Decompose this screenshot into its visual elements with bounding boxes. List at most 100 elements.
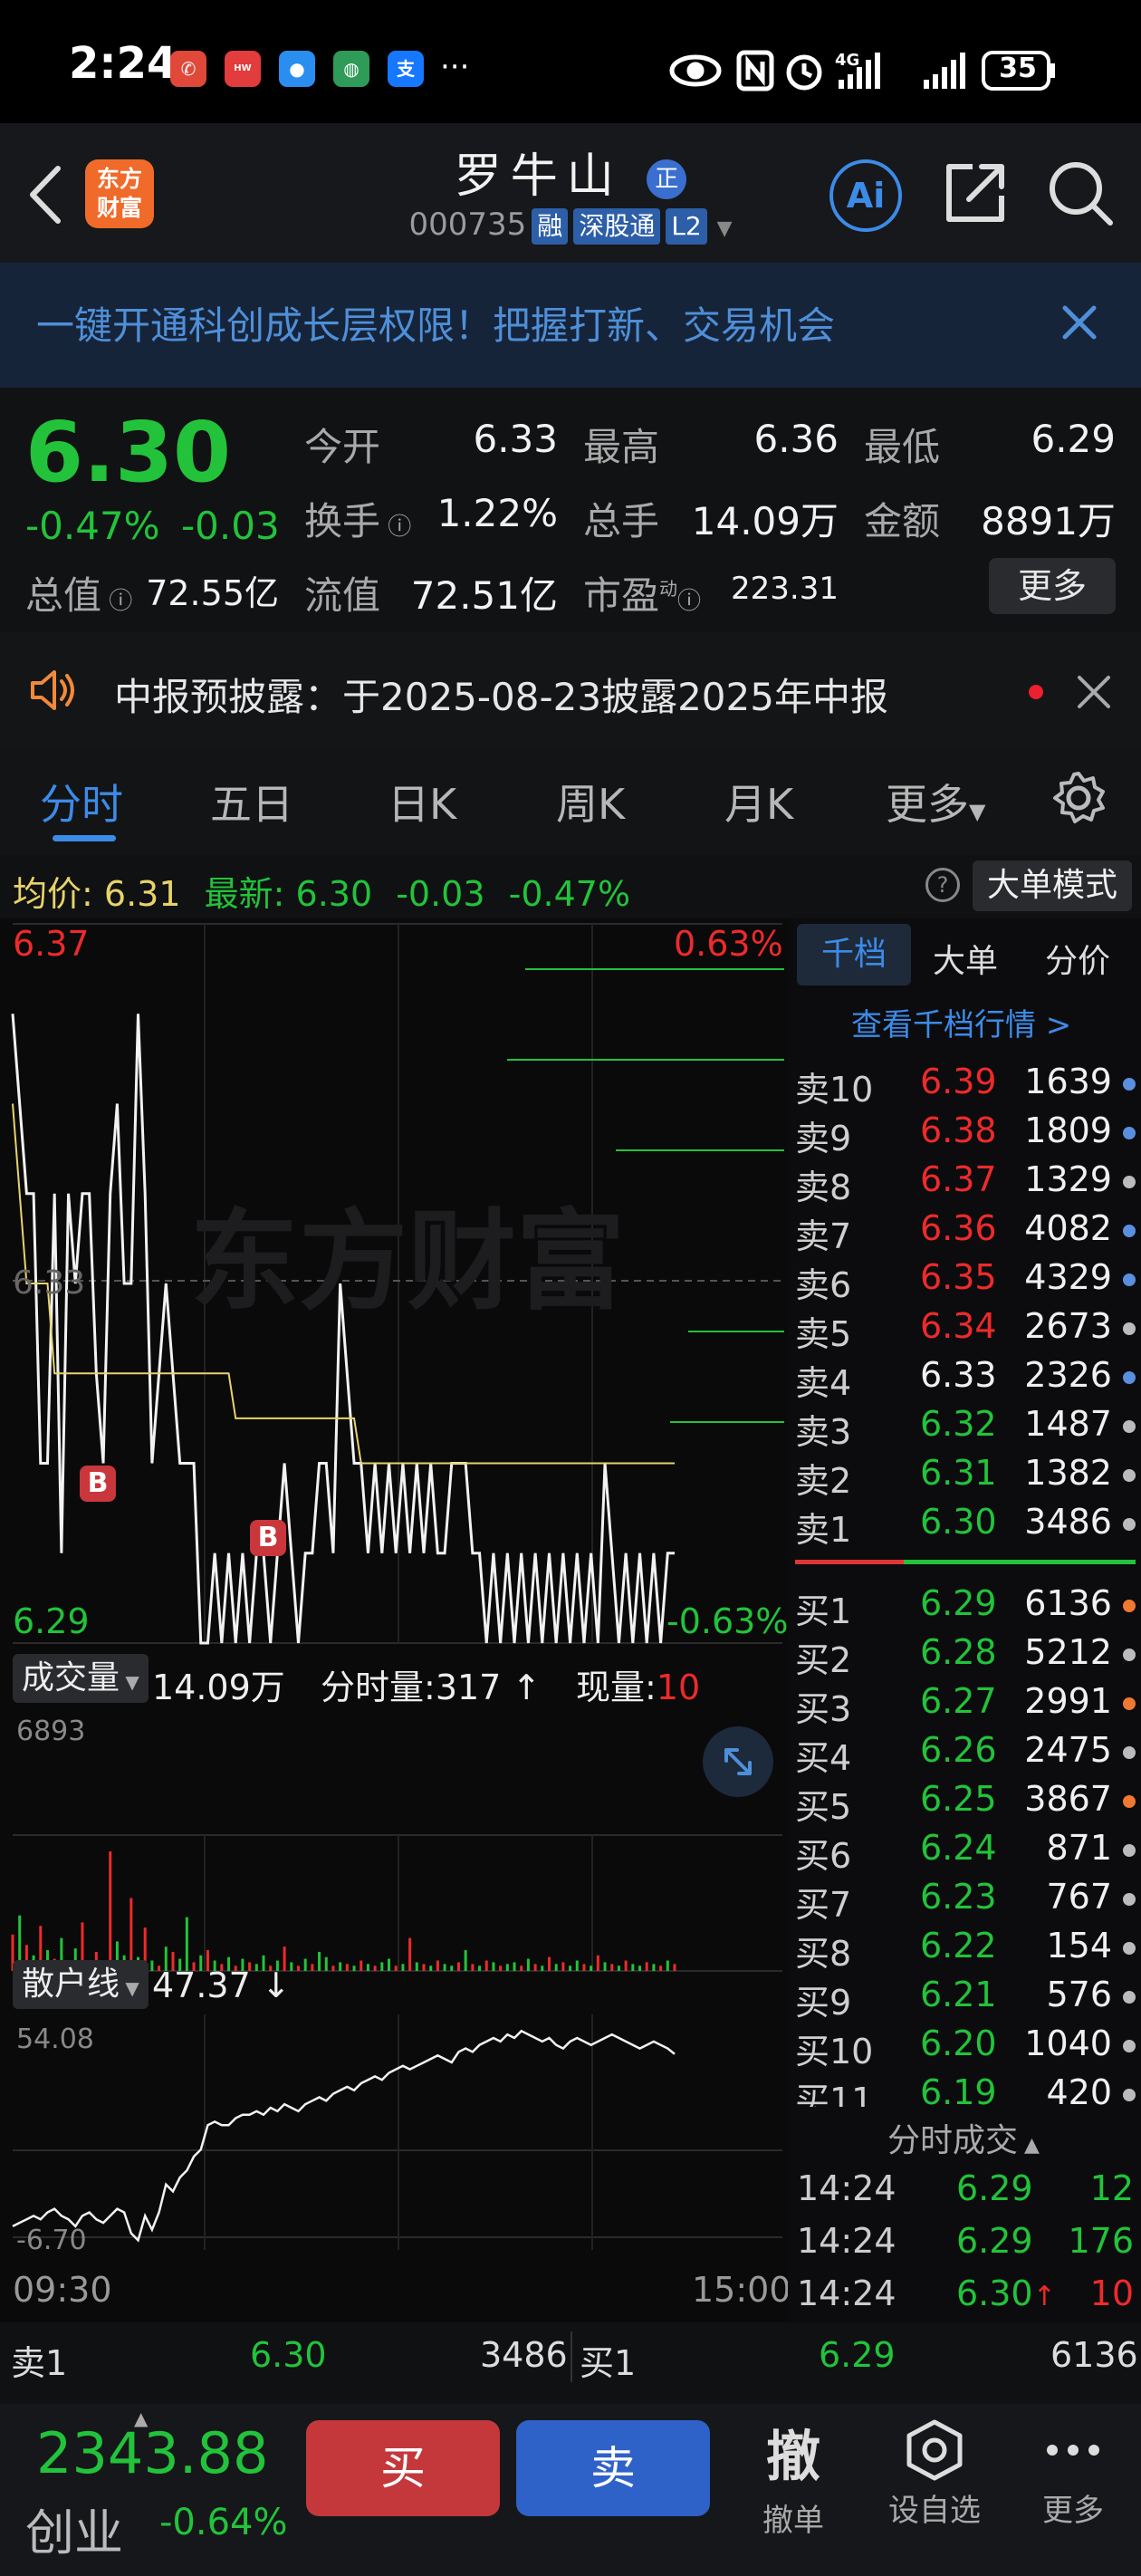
expand-icon	[724, 1748, 752, 1775]
cancel-order-button[interactable]: 撤 撤单	[755, 2413, 831, 2540]
view-depth-link[interactable]: 查看千档行情 >	[851, 1000, 1071, 1044]
tab-daily-k[interactable]: 日K	[388, 772, 456, 831]
tab-weekly-k[interactable]: 周K	[556, 772, 625, 831]
order-price: 6.29	[920, 1583, 997, 1623]
orderbook-tab-depth[interactable]: 千档	[797, 924, 911, 985]
order-volume: 2673	[1024, 1306, 1112, 1346]
latest-pct: -0.47%	[508, 874, 631, 914]
banner-text[interactable]: 一键开通科创成长层权限！把握打新、交易机会	[36, 295, 835, 351]
ask-row[interactable]: 卖2 6.31 1382	[795, 1453, 1136, 1502]
trade-volume: 12	[1089, 2168, 1134, 2208]
volume-bar	[659, 1966, 663, 1971]
buy-marker-1[interactable]: B	[80, 1466, 116, 1502]
bid-row[interactable]: 买2 6.28 5212	[795, 1632, 1136, 1681]
order-level-label: 卖10	[795, 1070, 874, 1110]
volume-bar	[533, 1964, 537, 1971]
tab-more[interactable]: 更多▼	[886, 772, 985, 831]
volume-bar	[408, 1937, 412, 1971]
order-level-label: 卖7	[795, 1216, 852, 1256]
bid-row[interactable]: 买6 6.24 871	[795, 1828, 1136, 1877]
order-volume: 1040	[1024, 2023, 1112, 2063]
index-name[interactable]: 创业	[25, 2493, 123, 2564]
tag-connect: 深股通	[573, 207, 661, 245]
close-icon[interactable]	[1060, 303, 1099, 342]
volume-bar	[429, 1966, 433, 1971]
notice-text[interactable]: 中报预披露：于2025-08-23披露2025年中报	[114, 667, 888, 722]
tab-monthly-k[interactable]: 月K	[724, 772, 793, 831]
order-level-label: 买8	[795, 1934, 852, 1974]
bid-row[interactable]: 买3 6.27 2991	[795, 1681, 1136, 1730]
volume-bar	[638, 1966, 642, 1971]
order-dot-icon	[1123, 1518, 1136, 1531]
buy-button[interactable]: 买	[306, 2420, 500, 2516]
order-price: 6.35	[920, 1257, 997, 1297]
order-level-label: 买4	[795, 1738, 852, 1778]
volume-bar	[401, 1964, 405, 1971]
order-dot-icon	[1123, 1648, 1136, 1661]
change-value: -0.03	[181, 504, 280, 548]
volume-indicator-select[interactable]: 成交量 ▼	[13, 1654, 149, 1703]
ask-row[interactable]: 卖8 6.37 1329	[795, 1159, 1136, 1208]
share-icon[interactable]	[942, 159, 1009, 226]
order-price: 6.20	[920, 2023, 997, 2063]
order-price: 6.31	[920, 1453, 997, 1493]
ask-row[interactable]: 卖1 6.30 3486	[795, 1502, 1136, 1551]
expand-button[interactable]	[703, 1726, 773, 1797]
ask-row[interactable]: 卖7 6.36 4082	[795, 1208, 1136, 1257]
ask-row[interactable]: 卖5 6.34 2673	[795, 1306, 1136, 1355]
volume-bar	[388, 1958, 391, 1971]
volume-bar	[492, 1962, 495, 1971]
buy-marker-2[interactable]: B	[250, 1520, 286, 1556]
alarm-icon	[786, 54, 822, 91]
add-watchlist-button[interactable]: 设自选	[880, 2418, 989, 2530]
name-badge: 正	[647, 159, 687, 199]
big-order-mode-button[interactable]: 大单模式	[973, 860, 1132, 911]
huawei-icon: HW	[225, 51, 261, 87]
ask-row[interactable]: 卖3 6.32 1487	[795, 1404, 1136, 1453]
index-value[interactable]: 2343.88	[36, 2420, 268, 2486]
stat-value-pe: 223.31	[731, 571, 839, 607]
ask-row[interactable]: 卖6 6.35 4329	[795, 1257, 1136, 1306]
ask-row[interactable]: 卖4 6.33 2326	[795, 1355, 1136, 1404]
axis-price-high: 6.37	[13, 924, 90, 964]
tab-intraday[interactable]: 分时	[40, 772, 123, 831]
bid-row[interactable]: 买9 6.21 576	[795, 1975, 1136, 2023]
ask-row[interactable]: 卖9 6.38 1809	[795, 1110, 1136, 1159]
trade-price: 6.29	[956, 2221, 1033, 2261]
volume-bar	[318, 1951, 321, 1971]
help-icon[interactable]: ?	[925, 868, 960, 902]
orderbook-tab-price[interactable]: 分价	[1045, 935, 1110, 982]
search-icon[interactable]	[1045, 158, 1116, 228]
order-level-label: 卖8	[795, 1168, 852, 1207]
order-volume: 576	[1046, 1975, 1112, 2014]
trades-title[interactable]: 分时成交 ▲	[887, 2114, 1040, 2161]
volume-bar	[652, 1964, 656, 1971]
ask-row[interactable]: 卖10 6.39 1639	[795, 1062, 1136, 1110]
bid-row[interactable]: 买1 6.29 6136	[795, 1583, 1136, 1632]
volume-bar	[596, 1955, 599, 1971]
avg-label: 均价:	[13, 874, 93, 914]
order-level-label: 买3	[795, 1689, 852, 1729]
bid-row[interactable]: 买4 6.26 2475	[795, 1730, 1136, 1779]
bid-row[interactable]: 买7 6.23 767	[795, 1877, 1136, 1926]
sell-button[interactable]: 卖	[516, 2420, 710, 2516]
bid-row[interactable]: 买8 6.22 154	[795, 1926, 1136, 1975]
settings-gear-icon[interactable]	[1050, 770, 1107, 826]
order-dot-icon	[1123, 1176, 1136, 1188]
stat-value-turnover: 1.22%	[436, 491, 558, 535]
tab-five-day[interactable]: 五日	[210, 772, 293, 831]
bid-row[interactable]: 买5 6.25 3867	[795, 1779, 1136, 1828]
bid-row[interactable]: 买10 6.20 1040	[795, 2023, 1136, 2072]
order-price: 6.32	[920, 1404, 997, 1444]
retail-indicator-select[interactable]: 散户线 ▼	[13, 1960, 149, 2009]
dropdown-icon[interactable]: ▼	[717, 217, 733, 240]
more-stats-button[interactable]: 更多	[989, 558, 1116, 614]
more-menu-button[interactable]: 更多	[1032, 2418, 1114, 2530]
orderbook-tab-big[interactable]: 大单	[933, 935, 998, 982]
ai-icon[interactable]: Ai	[829, 159, 902, 232]
order-volume: 2326	[1024, 1355, 1112, 1395]
axis-price-low: 6.29	[13, 1601, 90, 1641]
order-volume: 4329	[1024, 1257, 1112, 1297]
network-type: 4G	[835, 51, 859, 70]
notice-close-icon[interactable]	[1076, 674, 1112, 710]
